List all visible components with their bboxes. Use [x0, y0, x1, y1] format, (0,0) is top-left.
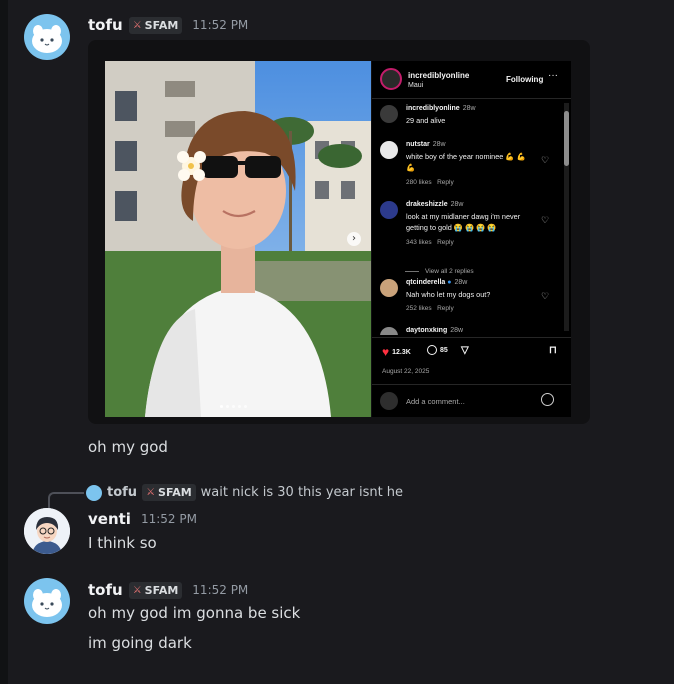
timestamp: 11:52 PM [140, 512, 197, 526]
instagram-embed[interactable]: › incrediblyonline Maui Following ··· in… [88, 40, 590, 424]
guild-tag: ⚔ SFAM [142, 484, 196, 501]
like-count: 12.3K [392, 348, 411, 356]
username[interactable]: venti [88, 510, 131, 528]
reply-link[interactable]: Reply [437, 179, 454, 186]
emoji-icon[interactable] [541, 393, 554, 406]
comment-avatar[interactable] [380, 327, 398, 335]
comments-scrollbar[interactable] [564, 103, 569, 331]
avatar[interactable] [24, 14, 70, 60]
add-comment-bar: Add a comment... [372, 384, 571, 419]
comment-age: 28w [462, 105, 476, 112]
post-header: incrediblyonline Maui Following ··· [372, 61, 571, 99]
guild-tag[interactable]: ⚔ SFAM [128, 581, 183, 599]
like-action[interactable]: ♥ 12.3K [382, 345, 411, 359]
comment-count: 85 [440, 346, 448, 354]
reply-avatar [86, 484, 102, 501]
sword-icon: ⚔ [132, 19, 142, 31]
add-comment-input[interactable]: Add a comment... [406, 397, 465, 406]
comment-user[interactable]: nutstar [406, 141, 430, 148]
comment-user[interactable]: drakeshizzle [406, 201, 448, 208]
message-header: venti 11:52 PM [88, 510, 197, 528]
account-name[interactable]: incrediblyonline [408, 71, 469, 80]
message-text: im going dark [88, 634, 192, 652]
comment-user[interactable]: qtcinderella [406, 279, 445, 286]
bookmark-icon[interactable]: ⊓ [549, 345, 557, 356]
viewer-avatar [380, 392, 398, 410]
message-text: oh my god [88, 438, 168, 456]
message-text: oh my god im gonna be sick [88, 604, 301, 622]
tag-label: SFAM [144, 18, 179, 32]
comment-age: 28w [450, 201, 464, 208]
timestamp: 11:52 PM [192, 18, 249, 32]
post-sidebar: incrediblyonline Maui Following ··· incr… [372, 61, 571, 417]
comment-text: look at my midlaner dawg i'm never getti… [406, 212, 521, 232]
next-photo-button[interactable]: › [347, 232, 361, 246]
comment-item: daytonxking 28w [380, 327, 562, 335]
comment-avatar[interactable] [380, 279, 398, 297]
post-photo[interactable]: › [105, 61, 371, 417]
following-button[interactable]: Following [506, 75, 543, 84]
comment-action[interactable]: 85 [427, 345, 448, 355]
comment-likes[interactable]: 280 likes [406, 179, 432, 186]
comment-text: 29 and alive [406, 116, 446, 125]
comment-text: Nah who let my dogs out? [406, 290, 491, 299]
comment-user[interactable]: incrediblyonline [406, 105, 460, 112]
post-actions: ♥ 12.3K 85 ▽ ⊓ August 22, 2025 Add a com… [372, 337, 571, 418]
sword-icon: ⚔ [146, 487, 156, 498]
sword-icon: ⚔ [132, 584, 142, 596]
left-edge [0, 0, 8, 684]
instagram-post: › incrediblyonline Maui Following ··· in… [105, 61, 571, 417]
heart-icon[interactable]: ♡ [541, 155, 549, 166]
avatar[interactable] [24, 578, 70, 624]
message-text: I think so [88, 534, 157, 552]
post-location[interactable]: Maui [408, 82, 423, 89]
comment-avatar[interactable] [380, 141, 398, 159]
comment-avatar[interactable] [380, 201, 398, 219]
heart-icon[interactable]: ♡ [541, 215, 549, 226]
username[interactable]: tofu [88, 16, 123, 34]
scrollbar-thumb[interactable] [564, 111, 569, 166]
heart-icon[interactable]: ♡ [541, 291, 549, 302]
post-date: August 22, 2025 [382, 368, 430, 375]
comment-age: 28w [432, 141, 446, 148]
comment-likes[interactable]: 343 likes [406, 239, 432, 246]
comment-age: 28w [450, 327, 464, 334]
view-replies-link[interactable]: View all 2 replies [405, 268, 474, 275]
timestamp: 11:52 PM [192, 583, 249, 597]
heart-filled-icon: ♥ [382, 345, 390, 359]
comment-avatar[interactable] [380, 105, 398, 123]
tag-label: SFAM [144, 583, 179, 597]
reply-username[interactable]: tofu [107, 485, 137, 500]
message-header: tofu ⚔ SFAM 11:52 PM [88, 581, 248, 599]
verified-icon: ● [447, 279, 452, 286]
comment-age: 28w [454, 279, 468, 286]
more-options-icon[interactable]: ··· [548, 70, 558, 81]
comment-text: white boy of the year nominee 💪 💪 💪 [406, 152, 526, 172]
reply-link[interactable]: Reply [437, 239, 454, 246]
comment-likes[interactable]: 252 likes [406, 305, 432, 312]
avatar[interactable] [24, 508, 70, 554]
message-header: tofu ⚔ SFAM 11:52 PM [88, 16, 248, 34]
reply-text: wait nick is 30 this year isnt he [200, 485, 404, 500]
reply-connector [48, 492, 84, 508]
username[interactable]: tofu [88, 581, 123, 599]
comment-icon [427, 345, 437, 355]
reply-link[interactable]: Reply [437, 305, 454, 312]
tag-label: SFAM [158, 486, 192, 499]
account-avatar[interactable] [380, 68, 402, 90]
guild-tag[interactable]: ⚔ SFAM [128, 16, 183, 34]
carousel-dots [220, 405, 247, 408]
share-icon[interactable]: ▽ [461, 345, 469, 356]
comment-user[interactable]: daytonxking [406, 327, 447, 334]
